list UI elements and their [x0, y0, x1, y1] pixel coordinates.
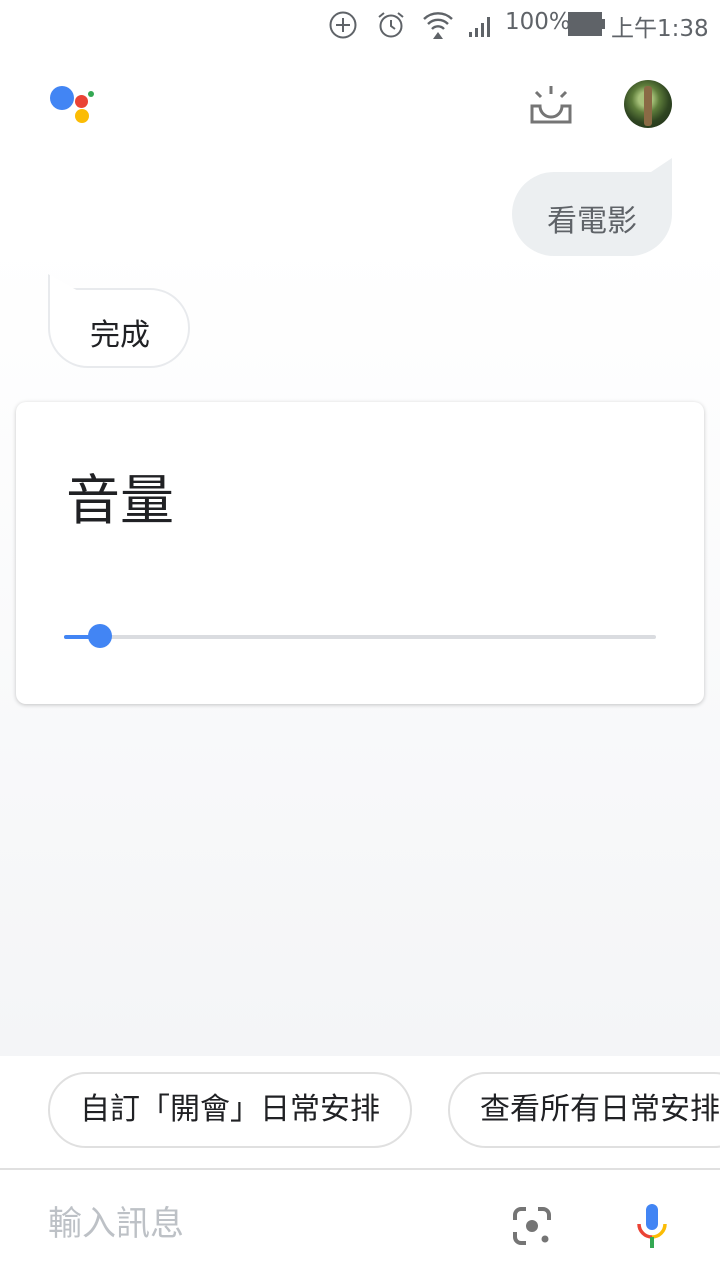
alarm-icon: [378, 12, 404, 38]
battery-icon: [568, 12, 605, 36]
wifi-icon: [423, 12, 453, 39]
volume-slider[interactable]: [64, 624, 656, 650]
suggestion-chip[interactable]: 自訂「開會」日常安排: [48, 1072, 412, 1148]
volume-card-title: 音量: [66, 469, 174, 532]
google-lens-icon[interactable]: [512, 1206, 552, 1246]
volume-slider-track[interactable]: [64, 635, 656, 639]
volume-card: 音量: [16, 402, 704, 704]
volume-slider-thumb[interactable]: [88, 624, 112, 648]
user-message-text: 看電影: [547, 204, 637, 239]
add-circle-icon: [329, 11, 357, 39]
assistant-reply-text: 完成: [90, 318, 150, 353]
user-message-bubble: 看電影: [512, 172, 672, 256]
suggestion-chip[interactable]: 查看所有日常安排: [448, 1072, 720, 1148]
microphone-icon[interactable]: [636, 1202, 668, 1250]
message-input[interactable]: [46, 1196, 470, 1252]
input-bar: [0, 1170, 720, 1280]
assistant-reply-bubble: 完成: [48, 288, 190, 368]
suggestion-chips: 自訂「開會」日常安排 查看所有日常安排: [0, 1056, 720, 1168]
google-assistant-logo[interactable]: [48, 82, 98, 128]
snapshot-icon[interactable]: [528, 84, 574, 126]
clock: 上午1:38: [611, 16, 709, 42]
signal-icon: [469, 17, 490, 37]
battery-percent: 100%: [505, 9, 571, 35]
avatar[interactable]: [624, 80, 672, 128]
status-bar: 100% 上午1:38: [0, 0, 720, 50]
